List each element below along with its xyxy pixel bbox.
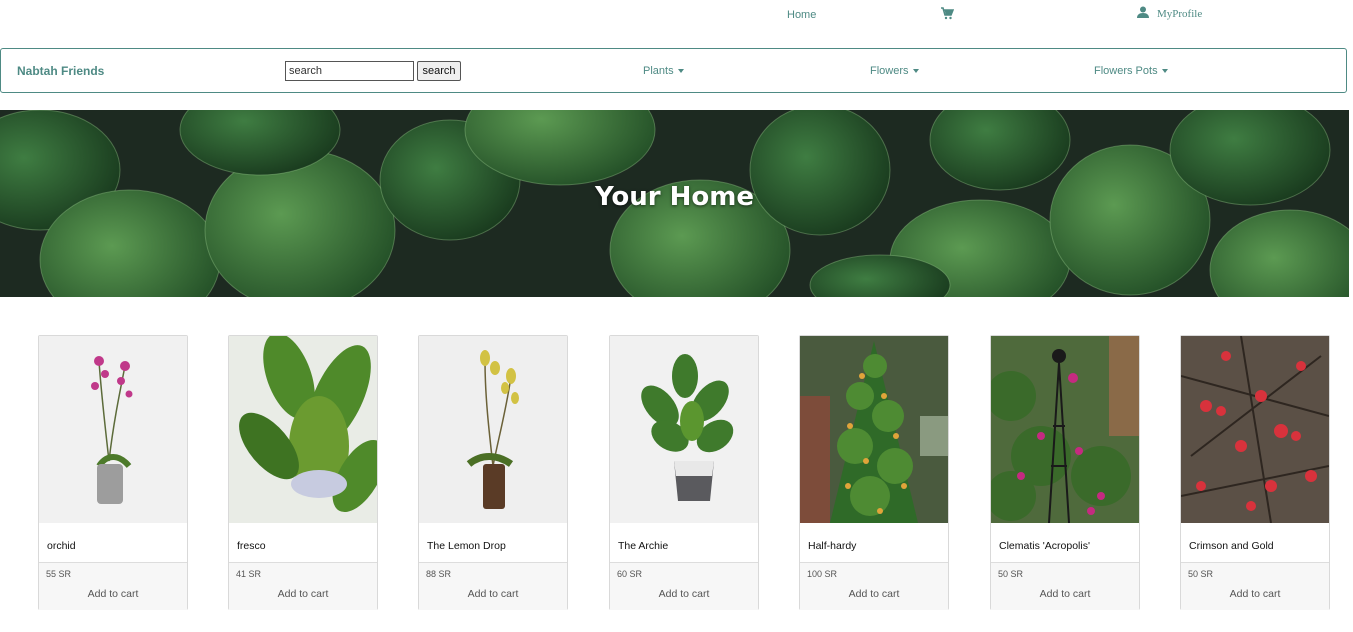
card-footer: 55 SR Add to cart	[39, 562, 187, 610]
product-card: Half-hardy 100 SR Add to cart	[799, 335, 949, 610]
search-input[interactable]	[285, 61, 414, 81]
product-price: 50 SR	[998, 569, 1024, 579]
product-card: Clematis 'Acropolis' 50 SR Add to cart	[990, 335, 1140, 610]
add-to-cart-button[interactable]: Add to cart	[991, 588, 1139, 600]
home-link[interactable]: Home	[787, 9, 816, 21]
card-footer: 50 SR Add to cart	[991, 562, 1139, 610]
product-image-crimson-and-gold[interactable]	[1181, 336, 1329, 523]
hero-banner: Your Home	[0, 110, 1349, 297]
add-to-cart-button[interactable]: Add to cart	[229, 588, 377, 600]
card-footer: 88 SR Add to cart	[419, 562, 567, 610]
add-to-cart-button[interactable]: Add to cart	[39, 588, 187, 600]
top-bar: Home MyProfile	[0, 0, 1353, 40]
product-image-half-hardy[interactable]	[800, 336, 948, 523]
product-name: The Archie	[618, 540, 669, 552]
product-card: The Archie 60 SR Add to cart	[609, 335, 759, 610]
product-name: The Lemon Drop	[427, 540, 506, 552]
add-to-cart-button[interactable]: Add to cart	[1181, 588, 1329, 600]
flowers-dropdown[interactable]: Flowers	[870, 65, 919, 77]
product-name: orchid	[47, 540, 76, 552]
product-image-the-archie[interactable]	[610, 336, 758, 523]
product-name: fresco	[237, 540, 266, 552]
plants-dropdown-label: Plants	[643, 65, 674, 77]
product-card: Crimson and Gold 50 SR Add to cart	[1180, 335, 1330, 610]
product-name: Clematis 'Acropolis'	[999, 540, 1090, 552]
product-card: The Lemon Drop 88 SR Add to cart	[418, 335, 568, 610]
brand-logo-text[interactable]: Nabtah Friends	[17, 64, 104, 78]
profile-link[interactable]: MyProfile	[1137, 6, 1202, 21]
product-price: 88 SR	[426, 569, 452, 579]
user-icon	[1137, 6, 1149, 21]
card-footer: 60 SR Add to cart	[610, 562, 758, 610]
product-name: Crimson and Gold	[1189, 540, 1274, 552]
plants-dropdown[interactable]: Plants	[643, 65, 684, 77]
product-name: Half-hardy	[808, 540, 857, 552]
flowers-dropdown-label: Flowers	[870, 65, 909, 77]
add-to-cart-button[interactable]: Add to cart	[419, 588, 567, 600]
profile-label: MyProfile	[1157, 7, 1203, 20]
caret-down-icon	[912, 69, 919, 73]
caret-down-icon	[677, 69, 684, 73]
product-image-clematis-acropolis[interactable]	[991, 336, 1139, 523]
add-to-cart-button[interactable]: Add to cart	[800, 588, 948, 600]
add-to-cart-button[interactable]: Add to cart	[610, 588, 758, 600]
product-price: 100 SR	[807, 569, 838, 579]
product-price: 41 SR	[236, 569, 262, 579]
search-button[interactable]: search	[417, 61, 461, 81]
product-price: 55 SR	[46, 569, 72, 579]
product-image-orchid[interactable]	[39, 336, 187, 523]
flower-pots-dropdown-label: Flowers Pots	[1094, 65, 1158, 77]
product-image-fresco[interactable]	[229, 336, 377, 523]
product-price: 50 SR	[1188, 569, 1214, 579]
product-price: 60 SR	[617, 569, 643, 579]
main-navbar: Nabtah Friends search Plants Flowers Flo…	[0, 48, 1347, 93]
caret-down-icon	[1161, 69, 1168, 73]
card-footer: 41 SR Add to cart	[229, 562, 377, 610]
hero-title: Your Home	[594, 182, 755, 212]
product-card: orchid 55 SR Add to cart	[38, 335, 188, 610]
product-image-the-lemon-drop[interactable]	[419, 336, 567, 523]
card-footer: 50 SR Add to cart	[1181, 562, 1329, 610]
card-footer: 100 SR Add to cart	[800, 562, 948, 610]
flower-pots-dropdown[interactable]: Flowers Pots	[1094, 65, 1168, 77]
cart-icon[interactable]	[940, 6, 955, 20]
product-card: fresco 41 SR Add to cart	[228, 335, 378, 610]
